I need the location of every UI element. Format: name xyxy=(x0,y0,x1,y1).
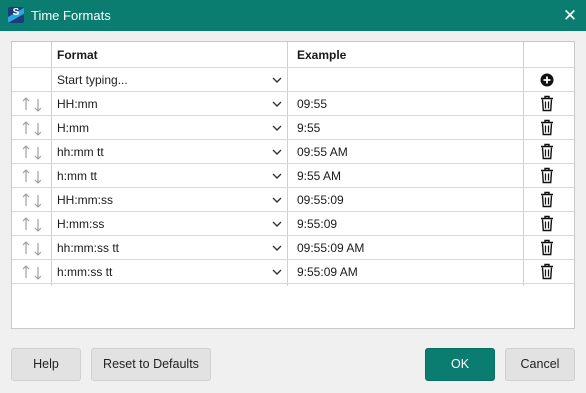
move-up-down-icon[interactable] xyxy=(20,143,44,161)
trash-icon[interactable] xyxy=(540,95,554,112)
close-icon: ✕ xyxy=(562,6,578,25)
format-cell[interactable]: HH:mm xyxy=(57,92,98,115)
example-cell: 09:55 xyxy=(297,97,328,111)
format-cell[interactable]: H:mm:ss xyxy=(57,212,104,235)
move-up-down-icon[interactable] xyxy=(20,167,44,185)
example-cell: 09:55:09 AM xyxy=(297,241,365,255)
trash-icon[interactable] xyxy=(540,119,554,136)
move-up-down-icon[interactable] xyxy=(20,95,44,113)
title-bar: S Time Formats ✕ xyxy=(0,0,586,31)
example-cell: 09:55:09 xyxy=(297,193,344,207)
trash-icon[interactable] xyxy=(540,167,554,184)
chevron-down-icon[interactable] xyxy=(270,236,284,260)
trash-icon[interactable] xyxy=(540,239,554,256)
chevron-down-icon[interactable] xyxy=(270,188,284,212)
move-up-down-icon[interactable] xyxy=(20,119,44,137)
example-column-header: Example xyxy=(297,48,347,62)
chevron-down-icon[interactable] xyxy=(270,92,284,116)
chevron-down-icon[interactable] xyxy=(270,68,284,92)
chevron-down-icon[interactable] xyxy=(270,260,284,284)
format-cell[interactable]: H:mm xyxy=(57,116,89,139)
example-cell: 9:55 AM xyxy=(297,169,342,183)
table-row: hh:mm tt 09:55 AM xyxy=(12,140,574,164)
table-row: HH:mm:ss 09:55:09 xyxy=(12,188,574,212)
trash-icon[interactable] xyxy=(540,263,554,280)
table-row: H:mm:ss 9:55:09 xyxy=(12,212,574,236)
table-row: hh:mm:ss tt 09:55:09 AM xyxy=(12,236,574,260)
move-up-down-icon[interactable] xyxy=(20,263,44,281)
format-cell[interactable]: h:mm tt xyxy=(57,164,97,187)
chevron-down-icon[interactable] xyxy=(270,164,284,188)
format-column-header: Format xyxy=(57,48,98,62)
format-cell[interactable]: hh:mm:ss tt xyxy=(57,236,119,259)
move-up-down-icon[interactable] xyxy=(20,191,44,209)
chevron-down-icon[interactable] xyxy=(270,116,284,140)
chevron-down-icon[interactable] xyxy=(270,212,284,236)
format-cell[interactable]: hh:mm tt xyxy=(57,140,104,163)
app-icon: S xyxy=(8,7,24,23)
reset-to-defaults-button[interactable]: Reset to Defaults xyxy=(91,348,211,381)
close-button[interactable]: ✕ xyxy=(554,0,586,31)
trash-icon[interactable] xyxy=(540,215,554,232)
example-cell: 09:55 AM xyxy=(297,145,348,159)
window-title: Time Formats xyxy=(31,8,111,23)
new-format-row: Start typing... xyxy=(12,68,574,92)
new-format-input[interactable]: Start typing... xyxy=(57,68,128,91)
move-up-down-icon[interactable] xyxy=(20,239,44,257)
cancel-button[interactable]: Cancel xyxy=(505,348,575,381)
example-cell: 9:55 xyxy=(297,121,321,135)
chevron-down-icon[interactable] xyxy=(270,140,284,164)
table-row: h:mm tt 9:55 AM xyxy=(12,164,574,188)
table-row: h:mm:ss tt 9:55:09 AM xyxy=(12,260,574,284)
example-cell: 9:55:09 AM xyxy=(297,265,358,279)
table-row: H:mm 9:55 xyxy=(12,116,574,140)
format-cell[interactable]: h:mm:ss tt xyxy=(57,260,112,283)
plus-circle-icon[interactable] xyxy=(540,73,554,87)
trash-icon[interactable] xyxy=(540,191,554,208)
trash-icon[interactable] xyxy=(540,143,554,160)
format-cell[interactable]: HH:mm:ss xyxy=(57,188,113,211)
header-row: Format Example xyxy=(12,42,574,68)
move-up-down-icon[interactable] xyxy=(20,215,44,233)
help-button[interactable]: Help xyxy=(11,348,81,381)
ok-button[interactable]: OK xyxy=(425,348,495,381)
table-row: HH:mm 09:55 xyxy=(12,92,574,116)
time-formats-grid: Format Example Start typing... HH:mm 09:5… xyxy=(11,41,575,329)
example-cell: 9:55:09 xyxy=(297,217,338,231)
